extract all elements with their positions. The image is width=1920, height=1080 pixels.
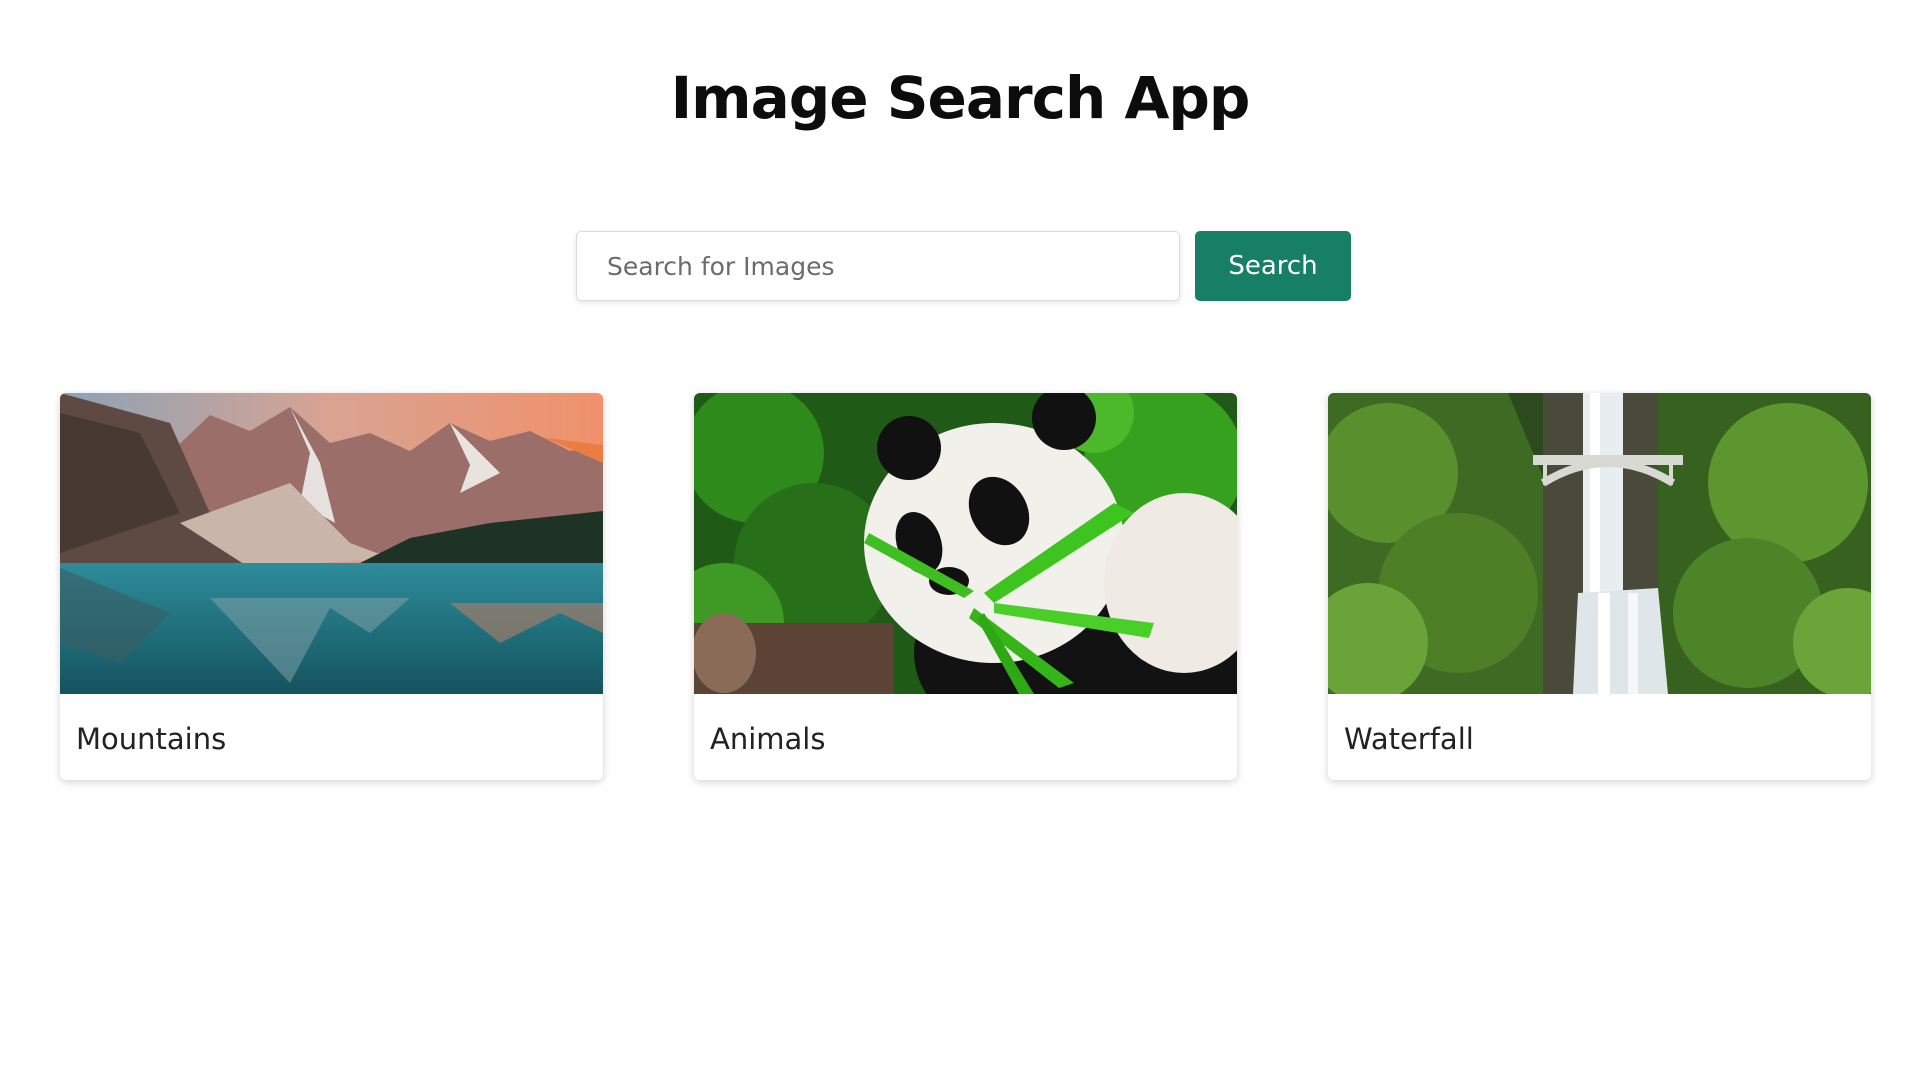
waterfall-bridge-image[interactable] xyxy=(1328,393,1871,694)
result-card-mountains[interactable]: Mountains xyxy=(60,393,603,780)
result-card-waterfall[interactable]: Waterfall xyxy=(1328,393,1871,780)
page: Image Search App Search for Images Searc… xyxy=(0,0,1920,1080)
search-button[interactable]: Search xyxy=(1195,231,1351,301)
result-card-label: Animals xyxy=(710,722,826,756)
result-card-label: Waterfall xyxy=(1344,722,1474,756)
panda-eating-bamboo-image[interactable] xyxy=(694,393,1237,694)
mountain-lake-image[interactable] xyxy=(60,393,603,694)
search-bar: Search xyxy=(576,231,1351,301)
result-card-animals[interactable]: Animals xyxy=(694,393,1237,780)
results-grid: Mountains Animals Waterfall xyxy=(60,393,1871,780)
search-input[interactable] xyxy=(576,231,1180,301)
result-card-label: Mountains xyxy=(76,722,227,756)
page-title: Image Search App xyxy=(670,64,1251,132)
